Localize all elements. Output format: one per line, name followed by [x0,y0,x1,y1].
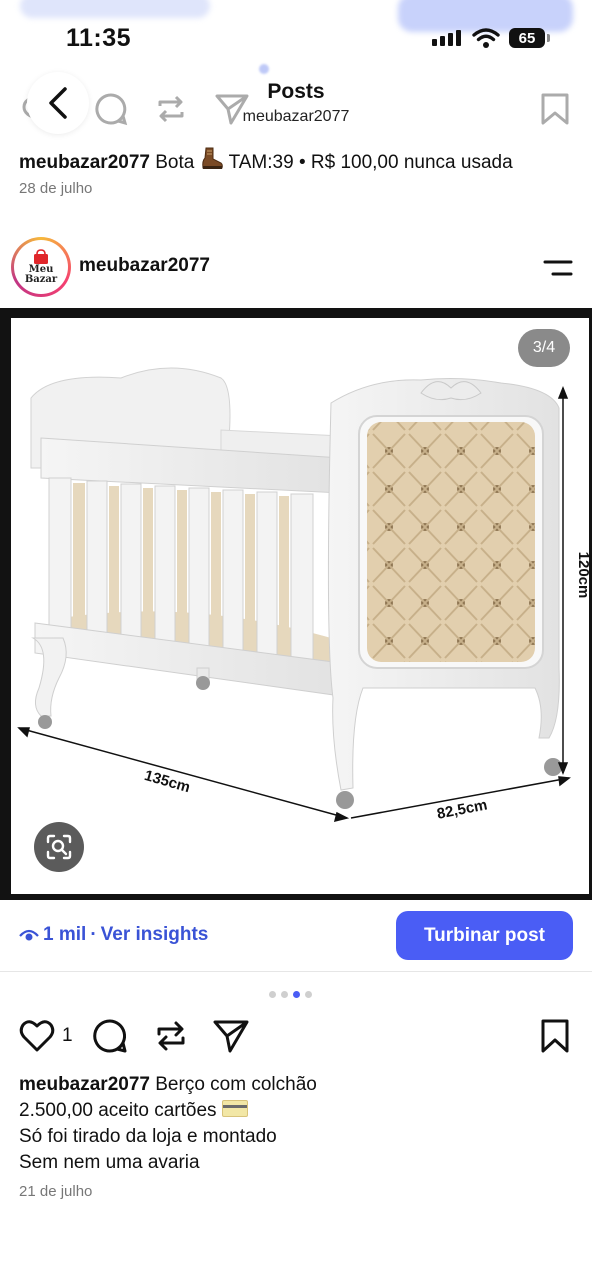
caption-line: Berço com colchão [155,1074,317,1095]
wifi-icon [472,28,500,48]
boost-post-button[interactable]: Turbinar post [396,911,573,960]
divider [0,971,592,972]
caption-username[interactable]: meubazar2077 [19,1074,150,1095]
caption-line: Só foi tirado da loja e montado [19,1126,277,1147]
post-date: 28 de julho [19,180,93,197]
caption-username[interactable]: meubazar2077 [19,152,150,173]
caption-text: TAM:39 • R$ 100,00 nunca usada [228,152,513,173]
share-icon[interactable] [212,1018,250,1054]
background-dot [259,64,269,74]
cellular-signal-icon [432,30,461,46]
repost-icon[interactable] [153,1018,189,1054]
post-date: 21 de julho [19,1183,93,1200]
credit-card-emoji-icon [221,1100,248,1117]
eye-icon [19,929,39,941]
dimension-label: 120cm [575,552,589,599]
caption-line: 2.500,00 aceito cartões [19,1100,217,1121]
dimension-label: 135cm [142,767,192,796]
previous-post-caption: meubazar2077 Bota TAM:39 • R$ 100,00 nun… [19,147,513,174]
status-time: 11:35 [66,24,132,52]
page-subtitle: meubazar2077 [242,108,350,125]
caption-text: Bota [155,152,195,173]
carousel-indicator [269,991,312,998]
post-caption: meubazar2077 Berço com colchão 2.500,00 … [19,1072,559,1176]
insights-link[interactable]: 1 mil · Ver insights [19,924,208,946]
caption-line: Sem nem uma avaria [19,1152,200,1173]
view-count: 1 mil [43,924,87,945]
carousel-dot [281,991,288,998]
shopping-bag-icon [34,249,48,264]
battery-tip [547,34,550,42]
visual-search-button[interactable] [34,822,84,872]
lens-icon [46,834,72,860]
battery-indicator: 65 [509,28,545,48]
separator: · [90,924,97,945]
like-count[interactable]: 1 [62,1025,73,1047]
avatar-logo: Meu Bazar [14,240,68,294]
carousel-dot-active [293,991,300,998]
page-title: Posts [267,80,325,103]
carousel-dot [269,991,276,998]
background-blur [20,0,210,18]
insights-label: Ver insights [100,924,209,945]
bookmark-icon[interactable] [540,1018,570,1054]
heart-icon[interactable] [19,1019,55,1053]
post-username[interactable]: meubazar2077 [79,255,210,277]
image-counter: 3/4 [518,329,570,367]
menu-icon[interactable] [542,259,574,277]
boot-emoji-icon [201,147,223,169]
avatar[interactable]: Meu Bazar [11,237,71,297]
crib-illustration: 120cm 135cm 82,5cm [17,367,592,823]
avatar-text: Bazar [24,274,58,285]
post-image[interactable]: 120cm 135cm 82,5cm [11,318,592,894]
carousel-dot [305,991,312,998]
comment-icon[interactable] [92,1018,128,1054]
